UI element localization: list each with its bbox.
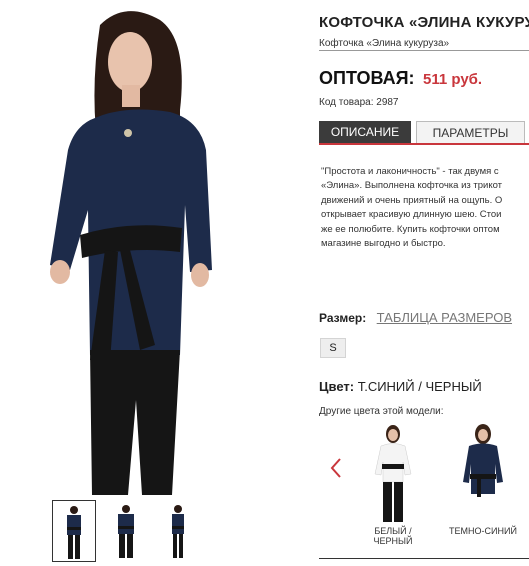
thumbnail-image — [172, 505, 184, 558]
size-row: Размер: ТАБЛИЦА РАЗМЕРОВ — [319, 309, 512, 327]
thumbnail-3[interactable] — [158, 500, 202, 562]
color-variant-dark-blue[interactable]: ТЕМНО-СИНИЙ — [443, 422, 523, 536]
description-line: же ее полюбите. Купить кофточки оптом — [321, 223, 500, 235]
product-description: "Простота и лаконичность" - так двумя с … — [321, 165, 529, 251]
thumbnail-strip — [50, 500, 210, 563]
price-value: 511 руб. — [422, 71, 483, 88]
description-line: открывает красивую длинную шею. Стои — [321, 209, 502, 221]
section-divider — [319, 558, 529, 559]
product-title: КОФТОЧКА «ЭЛИНА КУКУРУ — [319, 14, 529, 31]
chevron-left-icon[interactable] — [327, 456, 345, 480]
description-line: магазине выгодно и быстро. — [321, 238, 446, 250]
size-option-s[interactable]: S — [320, 338, 346, 358]
variant-caption-line: БЕЛЫЙ / — [374, 526, 412, 536]
other-colors-label: Другие цвета этой модели: — [319, 406, 444, 417]
thumbnail-image — [118, 505, 134, 558]
color-row: Цвет: Т.СИНИЙ / ЧЕРНЫЙ — [319, 379, 482, 394]
variant-photo — [374, 425, 412, 522]
color-variant-white-black[interactable]: БЕЛЫЙ / ЧЕРНЫЙ — [353, 422, 433, 546]
price-label: ОПТОВАЯ: — [319, 68, 415, 88]
product-tabs: ОПИСАНИЕ ПАРАМЕТРЫ Д — [319, 121, 529, 143]
color-label: Цвет: — [319, 379, 355, 394]
tabs-underline — [319, 143, 529, 145]
variant-photo — [463, 424, 503, 497]
variant-caption-line: ЧЕРНЫЙ — [373, 536, 413, 546]
description-line: "Простота и лаконичность" - так двумя с — [321, 166, 499, 177]
product-sku: Код товара: 2987 — [319, 97, 399, 108]
product-main-image[interactable] — [30, 0, 225, 495]
variant-caption: ТЕМНО-СИНИЙ — [443, 526, 523, 536]
variant-image — [453, 422, 513, 524]
title-divider — [319, 50, 529, 51]
color-value: Т.СИНИЙ / ЧЕРНЫЙ — [357, 379, 482, 394]
price-row: ОПТОВАЯ: 511 руб. — [319, 68, 482, 89]
variant-caption-line: ТЕМНО-СИНИЙ — [449, 526, 517, 536]
size-label: Размер: — [319, 311, 367, 325]
description-line: движений и очень приятный на ощупь. О — [321, 194, 503, 206]
tab-description[interactable]: ОПИСАНИЕ — [319, 121, 411, 143]
variant-image — [363, 422, 423, 524]
product-subtitle: Кофточка «Элина кукуруза» — [319, 38, 450, 49]
description-line: «Элина». Выполнена кофточка из трикот — [321, 180, 503, 192]
variant-caption: БЕЛЫЙ / ЧЕРНЫЙ — [353, 526, 433, 546]
size-chart-link[interactable]: ТАБЛИЦА РАЗМЕРОВ — [377, 310, 512, 325]
tab-parameters[interactable]: ПАРАМЕТРЫ — [416, 121, 525, 143]
thumbnail-2[interactable] — [105, 500, 149, 562]
model-photo — [50, 11, 212, 495]
thumbnail-image — [67, 506, 81, 559]
thumbnail-1[interactable] — [52, 500, 96, 562]
